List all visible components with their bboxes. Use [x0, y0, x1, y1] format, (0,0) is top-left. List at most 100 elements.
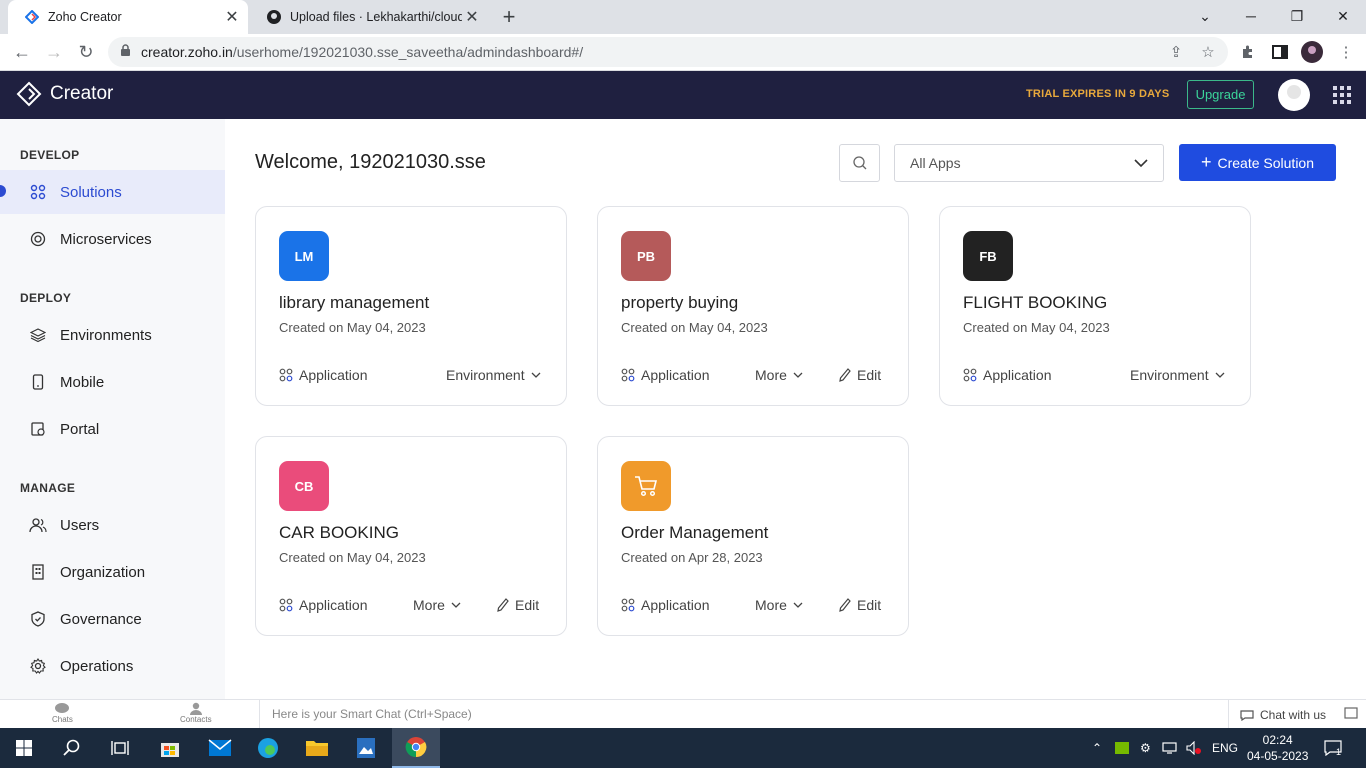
chrome-icon[interactable]	[392, 728, 440, 768]
task-view-icon[interactable]	[96, 728, 144, 768]
more-dropdown[interactable]: More	[755, 367, 803, 383]
section-deploy: DEPLOY	[20, 291, 72, 305]
apps-filter-value: All Apps	[910, 155, 961, 171]
creator-logo[interactable]: Creator	[16, 81, 113, 107]
application-label: Application	[983, 367, 1052, 383]
sidebar-item-label: Organization	[60, 563, 146, 581]
solution-name[interactable]: Order Management	[621, 523, 768, 543]
file-explorer-icon[interactable]	[293, 728, 341, 768]
app-header: Creator TRIAL EXPIRES IN 9 DAYS Upgrade	[0, 71, 1366, 119]
search-icon[interactable]	[48, 728, 96, 768]
solution-card[interactable]: LM library management Created on May 04,…	[255, 206, 567, 406]
edit-button[interactable]: Edit	[497, 597, 539, 613]
nvidia-tray-icon[interactable]	[1115, 728, 1129, 768]
language-indicator[interactable]: ENG	[1212, 728, 1238, 768]
more-dropdown[interactable]: More	[413, 597, 461, 613]
edit-button[interactable]: Edit	[839, 367, 881, 383]
network-icon[interactable]	[1162, 728, 1178, 768]
sidebar-item-solutions[interactable]: Solutions	[0, 170, 225, 214]
application-link[interactable]: Application	[279, 367, 368, 383]
store-icon[interactable]	[146, 728, 194, 768]
sidebar-item-environments[interactable]: Environments	[0, 313, 225, 357]
section-manage: MANAGE	[20, 481, 76, 495]
windows-start-icon[interactable]	[0, 728, 48, 768]
tab-close-icon[interactable]: ✕	[462, 7, 482, 27]
side-panel-icon[interactable]	[1268, 40, 1292, 64]
sidebar-item-governance[interactable]: Governance	[0, 597, 225, 641]
sidebar-item-label: Governance	[60, 610, 142, 628]
environment-label: Environment	[446, 367, 525, 383]
close-window-button[interactable]: ✕	[1320, 0, 1366, 32]
solution-name[interactable]: CAR BOOKING	[279, 523, 399, 543]
environment-dropdown[interactable]: Environment	[446, 367, 541, 383]
profile-avatar-icon[interactable]	[1300, 40, 1324, 64]
solution-card[interactable]: PB property buying Created on May 04, 20…	[597, 206, 909, 406]
browser-menu-icon[interactable]: ⋮	[1334, 40, 1358, 64]
user-avatar[interactable]	[1278, 79, 1310, 111]
clock[interactable]: 02:24 04-05-2023	[1247, 732, 1308, 764]
photos-icon[interactable]	[342, 728, 390, 768]
more-dropdown[interactable]: More	[755, 597, 803, 613]
show-hidden-icons-chevron-icon[interactable]: ⌃	[1092, 728, 1102, 768]
chat-with-us-button[interactable]: Chat with us	[1240, 708, 1326, 722]
notifications-icon[interactable]: 1	[1324, 728, 1342, 768]
mail-icon[interactable]	[196, 728, 244, 768]
sidebar-item-users[interactable]: Users	[0, 503, 225, 547]
new-tab-button[interactable]: +	[497, 4, 521, 29]
back-arrow-icon[interactable]: ←	[8, 38, 36, 66]
upgrade-button[interactable]: Upgrade	[1187, 80, 1254, 109]
address-bar[interactable]: creator.zoho.in/userhome/192021030.sse_s…	[108, 37, 1228, 67]
sidebar-item-portal[interactable]: Portal	[0, 407, 225, 451]
apps-filter-dropdown[interactable]: All Apps	[894, 144, 1164, 182]
solution-name[interactable]: FLIGHT BOOKING	[963, 293, 1107, 313]
volume-muted-icon[interactable]	[1186, 728, 1202, 768]
chat-with-us-label: Chat with us	[1260, 708, 1327, 722]
environment-dropdown[interactable]: Environment	[1130, 367, 1225, 383]
created-date: Created on May 04, 2023	[621, 320, 768, 335]
sidebar-item-mobile[interactable]: Mobile	[0, 360, 225, 404]
tab-upload-files[interactable]: Upload files · Lekhakarthi/cloud_c ✕	[250, 0, 488, 34]
search-button[interactable]	[839, 144, 880, 182]
sidebar-item-organization[interactable]: Organization	[0, 550, 225, 594]
chats-button[interactable]: Chats	[52, 702, 73, 724]
app-launcher-grid-icon[interactable]	[1333, 86, 1351, 104]
app-initials-badge: FB	[963, 231, 1013, 281]
url-path: /userhome/192021030.sse_saveetha/adminda…	[232, 44, 584, 60]
layers-icon	[28, 325, 48, 345]
tab-zoho-creator[interactable]: Zoho Creator ✕	[8, 0, 248, 34]
contacts-button[interactable]: Contacts	[180, 702, 212, 724]
grid-circles-icon	[963, 368, 977, 382]
share-icon[interactable]: ⇪	[1164, 40, 1188, 64]
forward-arrow-icon[interactable]: →	[40, 38, 68, 66]
gear-icon	[28, 656, 48, 676]
solution-card[interactable]: CB CAR BOOKING Created on May 04, 2023 A…	[255, 436, 567, 636]
portal-icon	[28, 419, 48, 439]
create-solution-button[interactable]: + Create Solution	[1179, 144, 1336, 181]
reload-icon[interactable]: ↻	[72, 38, 100, 66]
settings-tray-icon[interactable]: ⚙	[1140, 728, 1151, 768]
edit-button[interactable]: Edit	[839, 597, 881, 613]
extensions-puzzle-icon[interactable]	[1236, 40, 1260, 64]
sidebar-item-operations[interactable]: Operations	[0, 644, 225, 688]
grid-circles-icon	[28, 182, 48, 202]
edge-icon[interactable]	[244, 728, 292, 768]
bookmark-star-icon[interactable]: ☆	[1196, 40, 1220, 64]
solution-card[interactable]: FB FLIGHT BOOKING Created on May 04, 202…	[939, 206, 1251, 406]
application-link[interactable]: Application	[963, 367, 1052, 383]
more-label: More	[755, 367, 787, 383]
solution-name[interactable]: library management	[279, 293, 429, 313]
solution-card[interactable]: Order Management Created on Apr 28, 2023…	[597, 436, 909, 636]
application-link[interactable]: Application	[621, 367, 710, 383]
sidebar-item-microservices[interactable]: Microservices	[0, 217, 225, 261]
tab-close-icon[interactable]: ✕	[222, 7, 242, 27]
create-solution-label: Create Solution	[1217, 154, 1315, 171]
minimize-button[interactable]: ─	[1228, 0, 1274, 32]
application-link[interactable]: Application	[279, 597, 368, 613]
zoho-favicon-icon	[24, 9, 40, 25]
application-link[interactable]: Application	[621, 597, 710, 613]
tab-search-chevron-icon[interactable]: ⌄	[1182, 0, 1228, 32]
restore-button[interactable]: ❐	[1274, 0, 1320, 32]
solution-name[interactable]: property buying	[621, 293, 738, 313]
smart-chat-input[interactable]: Here is your Smart Chat (Ctrl+Space)	[259, 700, 1229, 728]
chat-expand-icon[interactable]	[1344, 707, 1358, 719]
